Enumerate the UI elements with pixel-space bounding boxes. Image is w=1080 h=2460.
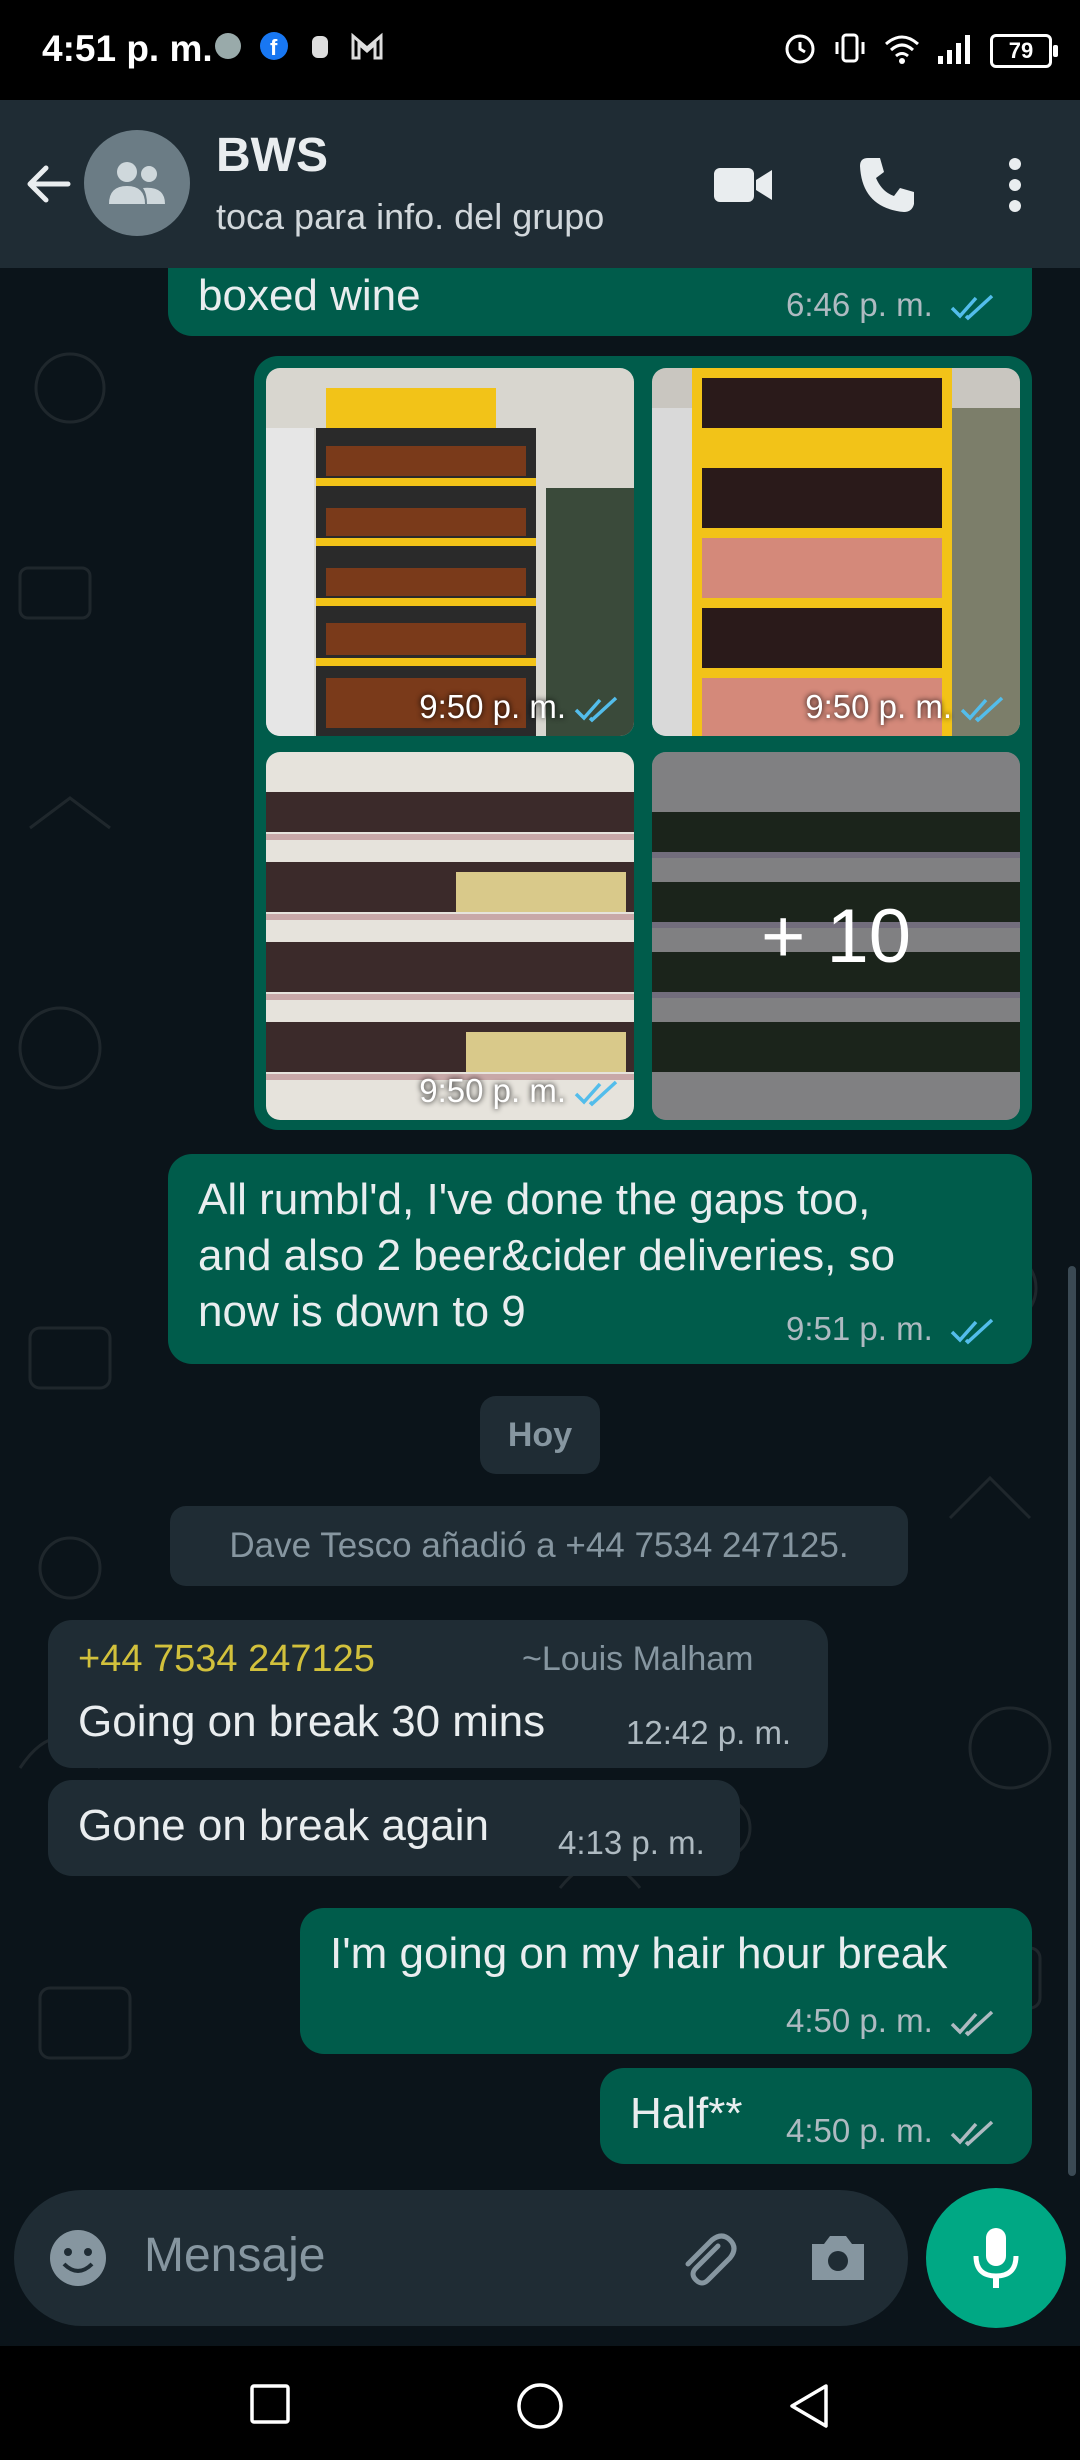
read-ticks-icon <box>574 1080 618 1107</box>
sender-pushname: ~Louis Malham <box>522 1640 754 1678</box>
message-bubble-incoming[interactable]: +44 7534 247125 ~Louis Malham Going on b… <box>48 1620 828 1768</box>
message-line: now is down to 9 <box>198 1287 526 1336</box>
battery-indicator: 79 <box>990 33 1058 68</box>
message-time: 9:51 p. m. <box>786 1310 933 1347</box>
read-ticks-icon <box>950 294 994 321</box>
status-bar: 4:51 p. m. f 79 <box>0 0 1080 100</box>
recents-icon[interactable] <box>250 2384 290 2424</box>
photo-thumbnail[interactable]: 9:50 p. m. <box>652 368 1020 736</box>
group-title[interactable]: BWS <box>216 128 328 183</box>
message-bubble-outgoing[interactable]: All rumbl'd, I've done the gaps too, and… <box>168 1154 1032 1364</box>
message-meta: 6:46 p. m. <box>786 286 996 324</box>
alarm-icon <box>782 30 818 71</box>
photo-thumbnail-more[interactable]: + 10 <box>652 752 1020 1120</box>
message-bubble-outgoing[interactable]: boxed wine 6:46 p. m. <box>168 268 1032 336</box>
message-text: Half** <box>630 2089 743 2138</box>
more-options-icon[interactable] <box>982 152 1048 218</box>
camera-icon[interactable] <box>806 2226 870 2290</box>
message-text: boxed wine <box>198 271 421 320</box>
more-photos-count: + 10 <box>652 752 1020 1120</box>
date-chip: Hoy <box>480 1396 600 1474</box>
read-ticks-icon <box>950 1318 994 1345</box>
photo-thumbnail[interactable]: 9:50 p. m. <box>266 752 634 1120</box>
photo-meta: 9:50 p. m. <box>805 688 1006 726</box>
delivered-ticks-icon <box>950 2120 994 2147</box>
message-bubble-outgoing[interactable]: Half** 4:50 p. m. <box>600 2068 1032 2164</box>
back-arrow-icon[interactable] <box>22 158 74 210</box>
read-ticks-icon <box>960 696 1004 723</box>
message-bubble-outgoing[interactable]: I'm going on my hair hour break 4:50 p. … <box>300 1908 1032 2054</box>
photo-meta: 9:50 p. m. <box>419 1072 620 1110</box>
message-bubble-incoming[interactable]: Gone on break again 4:13 p. m. <box>48 1780 740 1876</box>
system-icons: 79 <box>782 30 1058 71</box>
voice-message-button[interactable] <box>926 2188 1066 2328</box>
message-meta: 9:51 p. m. <box>786 1310 996 1348</box>
vibrate-icon <box>832 30 868 71</box>
status-time: 4:51 p. m. <box>42 28 213 69</box>
sender-phone[interactable]: +44 7534 247125 <box>78 1638 375 1681</box>
message-meta: 4:50 p. m. <box>786 2002 996 2040</box>
message-composer[interactable]: Mensaje <box>14 2190 908 2326</box>
shop-shelf-image <box>266 752 634 1120</box>
attach-icon[interactable] <box>674 2226 738 2290</box>
message-text: Going on break 30 mins <box>78 1697 546 1746</box>
chat-scrollbar[interactable] <box>1068 1266 1076 2176</box>
chat-header: BWS toca para info. del grupo <box>0 100 1080 268</box>
read-ticks-icon <box>574 696 618 723</box>
group-avatar[interactable] <box>84 130 190 236</box>
photo-thumbnail[interactable]: 9:50 p. m. <box>266 368 634 736</box>
message-meta: 4:50 p. m. <box>786 2112 996 2150</box>
phone-icon[interactable] <box>854 152 920 218</box>
emoji-icon[interactable] <box>46 2226 110 2290</box>
photo-meta: 9:50 p. m. <box>419 688 620 726</box>
notification-icons: f <box>212 30 383 62</box>
message-time: 4:50 p. m. <box>786 2112 933 2149</box>
system-message: Dave Tesco añadió a +44 7534 247125. <box>170 1506 908 1586</box>
vpn-icon <box>212 30 244 62</box>
wifi-icon <box>882 30 922 71</box>
delivered-ticks-icon <box>950 2010 994 2037</box>
message-time: 6:46 p. m. <box>786 286 933 323</box>
signal-icon <box>936 30 976 71</box>
message-line: All rumbl'd, I've done the gaps too, <box>198 1175 871 1224</box>
message-text: I'm going on my hair hour break <box>330 1929 948 1978</box>
home-icon[interactable] <box>516 2382 564 2430</box>
video-call-icon[interactable] <box>710 152 776 218</box>
facebook-icon: f <box>258 30 290 62</box>
message-time: 4:50 p. m. <box>786 2002 933 2039</box>
photo-time: 9:50 p. m. <box>419 688 566 725</box>
mic-icon <box>973 2228 1019 2288</box>
gmail-icon <box>350 30 383 62</box>
photo-time: 9:50 p. m. <box>419 1072 566 1109</box>
photo-album-bubble[interactable]: 9:50 p. m. 9:50 p. m. 9:50 p. m. + 10 <box>254 356 1032 1130</box>
back-nav-icon[interactable] <box>786 2382 830 2430</box>
photo-time: 9:50 p. m. <box>805 688 952 725</box>
message-time: 4:13 p. m. <box>558 1824 705 1861</box>
group-avatar-icon <box>109 162 165 204</box>
system-navigation-bar <box>0 2346 1080 2460</box>
chat-area[interactable]: boxed wine 6:46 p. m. 9:50 p. m. 9:50 p.… <box>0 268 1080 2188</box>
message-time: 12:42 p. m. <box>626 1714 792 1751</box>
message-text: Gone on break again <box>78 1801 489 1850</box>
shop-shelf-image <box>266 368 634 736</box>
message-line: and also 2 beer&cider deliveries, so <box>198 1231 896 1280</box>
shop-shelf-image <box>652 368 1020 736</box>
message-input[interactable]: Mensaje <box>144 2228 325 2283</box>
group-info-subtitle[interactable]: toca para info. del grupo <box>216 196 604 238</box>
hand-icon <box>304 30 336 62</box>
svg-text:f: f <box>270 35 278 60</box>
